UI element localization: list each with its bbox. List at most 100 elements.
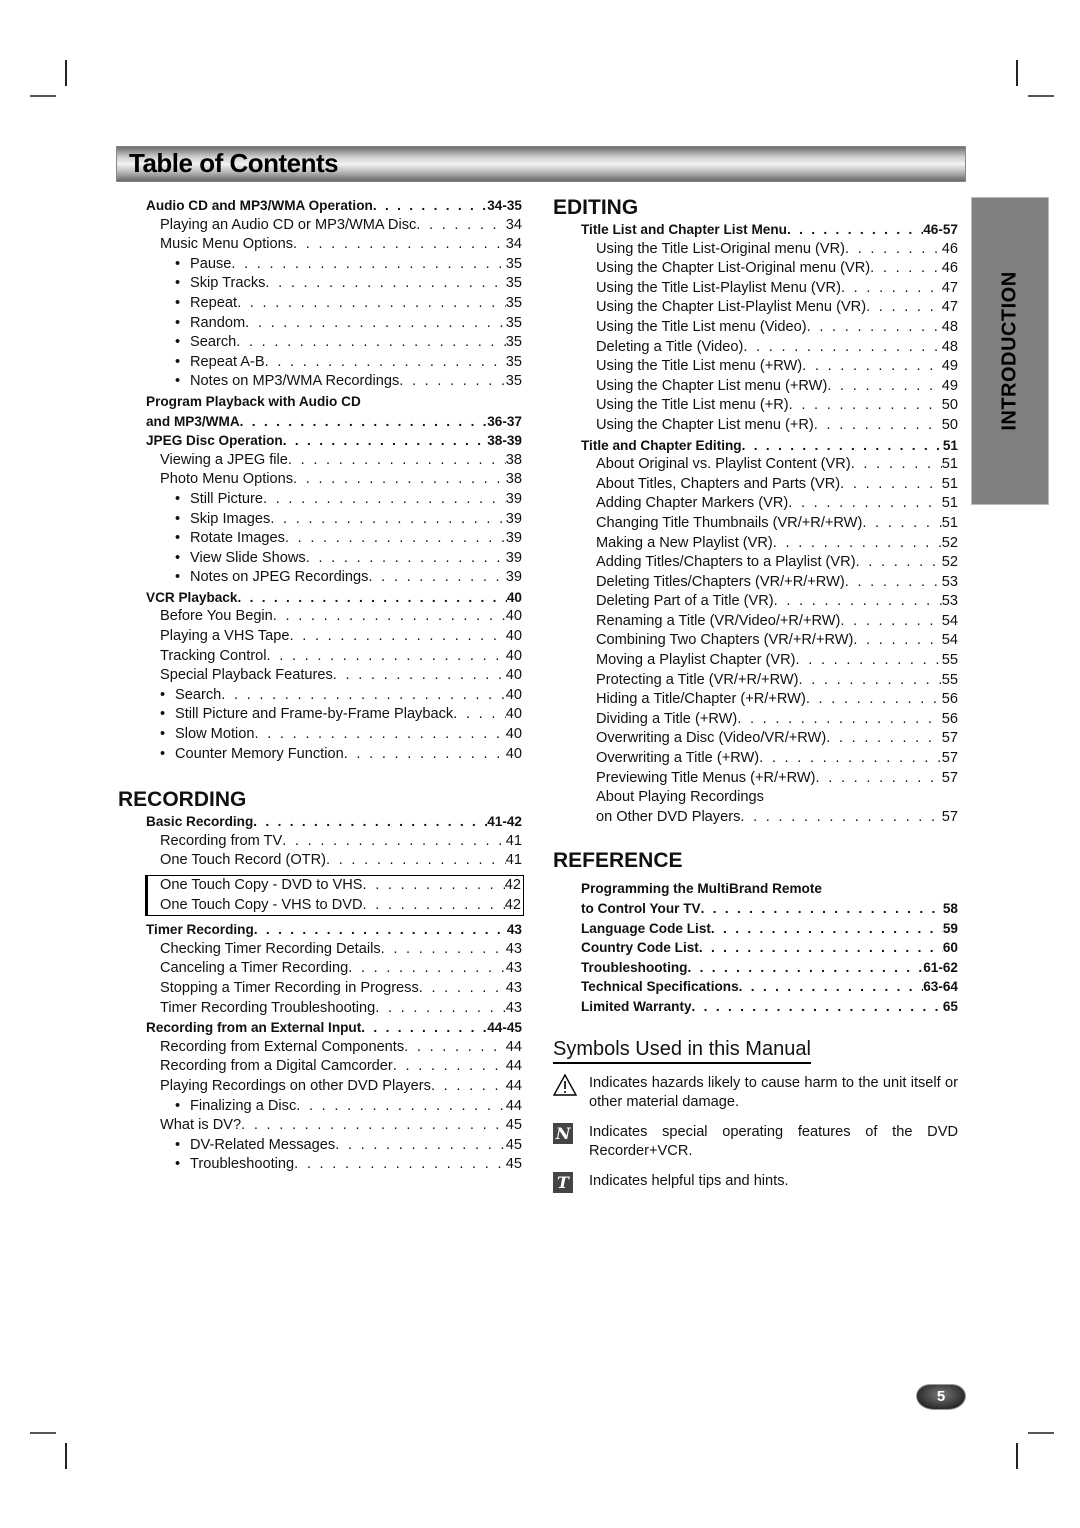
toc-entry[interactable]: Recording from TV 41 <box>118 832 522 852</box>
toc-main-entry[interactable]: Timer Recording 43 <box>118 920 522 940</box>
toc-entry[interactable]: on Other DVD Players 57 <box>553 808 958 828</box>
toc-entry[interactable]: Finalizing a Disc 44 <box>118 1097 522 1117</box>
toc-main-entry[interactable]: Programming the MultiBrand Remote <box>553 879 958 899</box>
toc-boxed-entry[interactable]: One Touch Copy - VHS to DVD 42 <box>160 896 521 916</box>
toc-entry-label: Recording from External Components <box>160 1038 405 1055</box>
toc-main-entry[interactable]: Limited Warranty 65 <box>553 997 958 1017</box>
toc-entry[interactable]: Deleting Part of a Title (VR) 53 <box>553 592 958 612</box>
toc-boxed-entry[interactable]: One Touch Copy - DVD to VHS 42 <box>160 876 521 896</box>
toc-page-number: 45 <box>505 1117 522 1134</box>
toc-main-entry[interactable]: VCR Playback 40 <box>118 588 522 608</box>
toc-entry[interactable]: Playing a VHS Tape 40 <box>118 627 522 647</box>
dot-leader <box>687 958 923 978</box>
toc-entry[interactable]: Combining Two Chapters (VR/+R/+RW) 54 <box>553 631 958 651</box>
toc-main-entry[interactable]: Country Code List 60 <box>553 938 958 958</box>
toc-entry[interactable]: Photo Menu Options 38 <box>118 470 522 490</box>
toc-entry[interactable]: Previewing Title Menus (+R/+RW) 57 <box>553 769 958 789</box>
toc-entry-label: Recording from TV <box>160 832 283 849</box>
toc-entry[interactable]: Canceling a Timer Recording 43 <box>118 959 522 979</box>
toc-entry[interactable]: Using the Title List menu (+R) 50 <box>553 396 958 416</box>
toc-entry[interactable]: Rotate Images 39 <box>118 529 522 549</box>
toc-main-entry[interactable]: Recording from an External Input 44-45 <box>118 1018 522 1038</box>
toc-entry[interactable]: About Titles, Chapters and Parts (VR) 51 <box>553 475 958 495</box>
toc-entry-label: Playing a VHS Tape <box>160 628 290 645</box>
toc-main-entry[interactable]: Audio CD and MP3/WMA Operation 34-35 <box>118 196 522 216</box>
toc-entry[interactable]: Skip Images 39 <box>118 510 522 530</box>
toc-entry[interactable]: DV-Related Messages 45 <box>118 1136 522 1156</box>
toc-main-entry[interactable]: to Control Your TV 58 <box>553 899 958 919</box>
toc-entry[interactable]: Playing an Audio CD or MP3/WMA Disc 34 <box>118 216 522 236</box>
toc-entry[interactable]: Notes on MP3/WMA Recordings 35 <box>118 372 522 392</box>
toc-entry[interactable]: Pause 35 <box>118 255 522 275</box>
toc-entry[interactable]: View Slide Shows 39 <box>118 549 522 569</box>
toc-entry[interactable]: Recording from a Digital Camcorder 44 <box>118 1057 522 1077</box>
toc-entry[interactable]: Search 35 <box>118 333 522 353</box>
toc-entry[interactable]: Dividing a Title (+RW) 56 <box>553 710 958 730</box>
toc-entry-label: Random <box>175 314 245 334</box>
toc-entry[interactable]: Skip Tracks 35 <box>118 274 522 294</box>
toc-entry[interactable]: Random 35 <box>118 314 522 334</box>
toc-entry[interactable]: Changing Title Thumbnails (VR/+R/+RW) 51 <box>553 514 958 534</box>
toc-main-entry[interactable]: JPEG Disc Operation 38-39 <box>118 431 522 451</box>
toc-page-number: 35 <box>505 373 522 390</box>
toc-entry[interactable]: Making a New Playlist (VR) 52 <box>553 534 958 554</box>
toc-entry[interactable]: Timer Recording Troubleshooting 43 <box>118 999 522 1019</box>
dot-leader <box>231 255 505 275</box>
toc-entry[interactable]: Tracking Control 40 <box>118 647 522 667</box>
toc-entry[interactable]: Adding Titles/Chapters to a Playlist (VR… <box>553 553 958 573</box>
toc-entry[interactable]: Before You Begin 40 <box>118 607 522 627</box>
toc-main-entry[interactable]: and MP3/WMA 36-37 <box>118 412 522 432</box>
toc-entry[interactable]: Renaming a Title (VR/Video/+R/+RW) 54 <box>553 612 958 632</box>
toc-main-entry[interactable]: Language Code List 59 <box>553 919 958 939</box>
toc-entry[interactable]: Using the Title List-Playlist Menu (VR) 4… <box>553 279 958 299</box>
toc-entry[interactable]: Overwriting a Title (+RW) 57 <box>553 749 958 769</box>
toc-entry[interactable]: Using the Chapter List-Playlist Menu (VR… <box>553 298 958 318</box>
toc-entry[interactable]: Repeat 35 <box>118 294 522 314</box>
toc-main-entry[interactable]: Basic Recording 41-42 <box>118 812 522 832</box>
toc-main-entry[interactable]: Troubleshooting 61-62 <box>553 958 958 978</box>
toc-page-number: 46 <box>941 260 958 277</box>
toc-entry[interactable]: Checking Timer Recording Details 43 <box>118 940 522 960</box>
toc-entry[interactable]: Using the Chapter List-Original menu (VR… <box>553 259 958 279</box>
toc-entry[interactable]: Adding Chapter Markers (VR) 51 <box>553 494 958 514</box>
toc-entry[interactable]: Recording from External Components 44 <box>118 1038 522 1058</box>
toc-main-entry[interactable]: Title and Chapter Editing 51 <box>553 436 958 456</box>
toc-entry[interactable]: Still Picture and Frame-by-Frame Playbac… <box>118 705 522 725</box>
toc-entry[interactable]: Deleting Titles/Chapters (VR/+R/+RW) 53 <box>553 573 958 593</box>
toc-entry[interactable]: Troubleshooting 45 <box>118 1155 522 1175</box>
toc-entry[interactable]: Counter Memory Function 40 <box>118 745 522 765</box>
toc-main-entry[interactable]: Program Playback with Audio CD <box>118 392 522 412</box>
toc-main-entry[interactable]: Title List and Chapter List Menu 46-57 <box>553 220 958 240</box>
toc-entry[interactable]: Stopping a Timer Recording in Progress 43 <box>118 979 522 999</box>
toc-entry[interactable]: Using the Title List menu (Video) 48 <box>553 318 958 338</box>
toc-entry[interactable]: Special Playback Features 40 <box>118 666 522 686</box>
toc-entry[interactable]: Playing Recordings on other DVD Players 4… <box>118 1077 522 1097</box>
toc-entry[interactable]: Still Picture 39 <box>118 490 522 510</box>
toc-entry[interactable]: Using the Title List-Original menu (VR) 4… <box>553 240 958 260</box>
toc-entry[interactable]: About Original vs. Playlist Content (VR)… <box>553 455 958 475</box>
toc-entry[interactable]: What is DV? 45 <box>118 1116 522 1136</box>
toc-entry[interactable]: Viewing a JPEG file 38 <box>118 451 522 471</box>
toc-page-number: 58 <box>942 901 958 916</box>
toc-entry[interactable]: Slow Motion 40 <box>118 725 522 745</box>
toc-entry[interactable]: Repeat A-B 35 <box>118 353 522 373</box>
toc-entry[interactable]: About Playing Recordings <box>553 788 958 808</box>
toc-entry[interactable]: Notes on JPEG Recordings 39 <box>118 568 522 588</box>
toc-entry[interactable]: Using the Title List menu (+RW) 49 <box>553 357 958 377</box>
toc-entry[interactable]: Using the Chapter List menu (+R) 50 <box>553 416 958 436</box>
dot-leader <box>363 896 505 916</box>
section-heading-recording: RECORDING <box>118 788 247 812</box>
toc-entry[interactable]: Using the Chapter List menu (+RW) 49 <box>553 377 958 397</box>
toc-entry[interactable]: Music Menu Options 34 <box>118 235 522 255</box>
toc-main-entry[interactable]: Technical Specifications 63-64 <box>553 977 958 997</box>
toc-entry[interactable]: Protecting a Title (VR/+R/+RW) 55 <box>553 671 958 691</box>
toc-entry-label: Before You Begin <box>160 608 273 625</box>
dot-leader <box>419 979 506 999</box>
toc-entry[interactable]: Deleting a Title (Video) 48 <box>553 338 958 358</box>
toc-entry[interactable]: Search 40 <box>118 686 522 706</box>
toc-entry[interactable]: Hiding a Title/Chapter (+R/+RW) 56 <box>553 690 958 710</box>
toc-entry[interactable]: Overwriting a Disc (Video/VR/+RW) 57 <box>553 729 958 749</box>
section-tab-introduction[interactable]: INTRODUCTION <box>971 197 1049 505</box>
toc-entry[interactable]: Moving a Playlist Chapter (VR) 55 <box>553 651 958 671</box>
toc-entry[interactable]: One Touch Record (OTR) 41 <box>118 851 522 871</box>
